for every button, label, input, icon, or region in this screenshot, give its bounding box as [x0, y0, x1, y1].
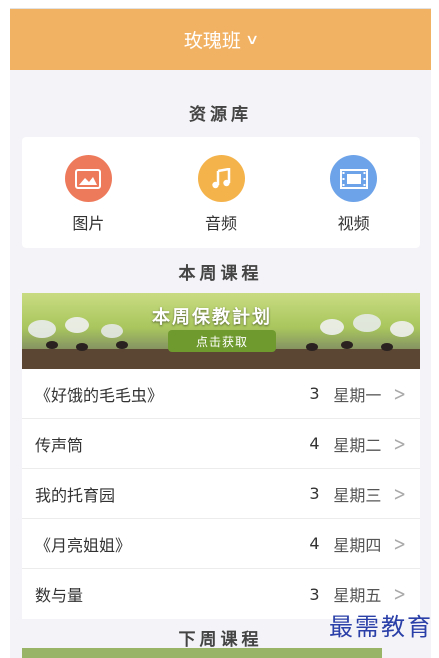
image-icon [64, 155, 112, 202]
music-note-icon [197, 155, 245, 202]
chevron-right-icon: > [393, 381, 406, 406]
watermark: 最需教育 [329, 613, 433, 641]
course-row[interactable]: 我的托育园 3 星期三 > [22, 469, 420, 519]
course-row[interactable]: 传声筒 4 星期二 > [22, 419, 420, 469]
get-plan-button[interactable]: 点击获取 [168, 330, 276, 352]
class-name: 玫瑰班 [183, 30, 241, 52]
chevron-right-icon: > [393, 481, 406, 506]
this-week-title: 本周课程 [178, 264, 263, 284]
course-day: 星期五 [333, 586, 382, 605]
resource-images-label: 图片 [72, 214, 105, 233]
weekly-plan-banner[interactable]: 本周保教計划 点击获取 [22, 293, 420, 369]
course-row[interactable]: 《好饿的毛毛虫》 3 星期一 > [22, 369, 420, 419]
chevron-right-icon: > [393, 431, 406, 456]
resource-images[interactable]: 图片 [22, 137, 155, 248]
resource-library: 图片 音频 视频 [22, 137, 420, 248]
course-name: 《月亮姐姐》 [35, 535, 132, 555]
course-count: 3 [309, 484, 320, 503]
course-day: 星期四 [333, 535, 382, 555]
chevron-right-icon: > [393, 582, 406, 606]
course-day: 星期三 [333, 485, 382, 505]
course-day: 星期一 [333, 385, 382, 405]
course-row[interactable]: 《月亮姐姐》 4 星期四 > [22, 519, 420, 569]
resource-video-label: 视频 [337, 214, 370, 233]
course-name: 传声筒 [35, 435, 84, 455]
class-selector[interactable]: 玫瑰班 ∨ [10, 9, 431, 70]
chevron-right-icon: > [393, 531, 406, 556]
course-count: 3 [309, 384, 320, 403]
resource-audio[interactable]: 音频 [155, 137, 288, 248]
course-name: 数与量 [35, 586, 84, 605]
resource-library-title: 资源库 [189, 105, 252, 125]
chevron-down-icon: ∨ [244, 31, 260, 48]
course-day: 星期二 [333, 435, 382, 455]
course-count: 4 [309, 434, 320, 453]
course-name: 我的托育园 [35, 485, 116, 505]
course-name: 《好饿的毛毛虫》 [35, 385, 164, 405]
course-list: 《好饿的毛毛虫》 3 星期一 > 传声筒 4 星期二 > 我的托育园 3 星期三… [22, 369, 420, 619]
resource-audio-label: 音频 [205, 214, 238, 233]
next-week-banner-edge [22, 648, 382, 658]
film-icon [330, 155, 378, 202]
course-count: 3 [309, 584, 320, 604]
course-count: 4 [309, 534, 320, 553]
resource-video[interactable]: 视频 [287, 137, 420, 248]
app-screen: 玫瑰班 ∨ 资源库 图片 音频 视频 本周课程 本周保教計划 点击获取 《好饿的… [10, 8, 431, 658]
banner-title: 本周保教計划 [152, 307, 272, 328]
